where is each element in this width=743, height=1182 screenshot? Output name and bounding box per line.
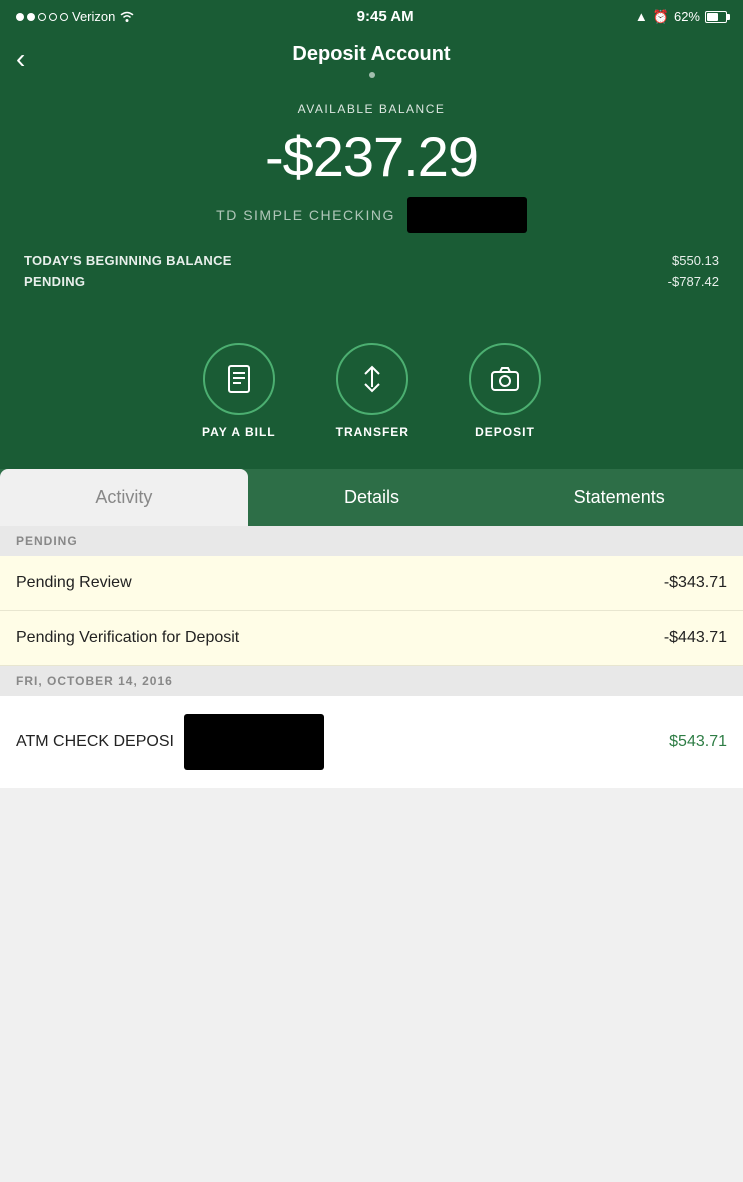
beginning-balance-label: TODAY'S BEGINNING BALANCE	[24, 253, 232, 268]
transfer-icon	[354, 361, 390, 397]
signal-dot-1	[16, 13, 24, 21]
transaction-name: Pending Verification for Deposit	[16, 629, 239, 647]
account-name-row: TD SIMPLE CHECKING	[24, 197, 719, 233]
transaction-amount: -$343.71	[664, 574, 727, 592]
deposit-button[interactable]: DEPOSIT	[469, 343, 541, 439]
status-right: ▲ ⏰ 62%	[635, 9, 727, 25]
transaction-row[interactable]: Pending Review -$343.71	[0, 556, 743, 611]
signal-dot-4	[49, 13, 57, 21]
status-bar: Verizon 9:45 AM ▲ ⏰ 62%	[0, 0, 743, 31]
battery-icon	[705, 11, 727, 23]
tab-activity[interactable]: Activity	[0, 469, 248, 526]
beginning-balance-row: TODAY'S BEGINNING BALANCE $550.13	[24, 253, 719, 268]
pending-balance-value: -$787.42	[668, 274, 719, 289]
atm-redacted	[184, 714, 324, 770]
deposit-icon-circle	[469, 343, 541, 415]
wifi-icon	[119, 9, 135, 25]
atm-transaction-row[interactable]: ATM CHECK DEPOSI $543.71	[0, 696, 743, 788]
camera-icon	[487, 361, 523, 397]
tabs-bar: Activity Details Statements	[0, 469, 743, 526]
transfer-label: TRANSFER	[336, 425, 409, 439]
page-header: ‹ Deposit Account	[0, 31, 743, 86]
balance-amount: -$237.29	[24, 124, 719, 189]
pending-balance-label: PENDING	[24, 274, 85, 289]
page-indicator-dot	[369, 72, 375, 78]
status-left: Verizon	[16, 9, 135, 25]
signal-dot-2	[27, 13, 35, 21]
beginning-balance-value: $550.13	[672, 253, 719, 268]
pay-a-bill-icon-circle	[203, 343, 275, 415]
signal-dot-3	[38, 13, 46, 21]
content-area: PENDING Pending Review -$343.71 Pending …	[0, 526, 743, 926]
signal-dot-5	[60, 13, 68, 21]
alarm-icon: ⏰	[653, 9, 669, 25]
pending-section-header: PENDING	[0, 526, 743, 556]
atm-left: ATM CHECK DEPOSI	[16, 714, 324, 770]
bill-icon	[221, 361, 257, 397]
signal-strength	[16, 13, 68, 21]
date-section-header: FRI, OCTOBER 14, 2016	[0, 666, 743, 696]
atm-amount: $543.71	[669, 733, 727, 751]
account-name: TD SIMPLE CHECKING	[216, 207, 395, 223]
tab-details[interactable]: Details	[248, 469, 496, 526]
actions-section: PAY A BILL TRANSFER DEPOSIT	[0, 323, 743, 469]
page-title: Deposit Account	[292, 43, 450, 65]
account-section: AVAILABLE BALANCE -$237.29 TD SIMPLE CHE…	[0, 86, 743, 323]
transaction-amount: -$443.71	[664, 629, 727, 647]
time-display: 9:45 AM	[357, 8, 414, 25]
carrier-label: Verizon	[72, 9, 115, 24]
transfer-button[interactable]: TRANSFER	[336, 343, 409, 439]
balance-details: TODAY'S BEGINNING BALANCE $550.13 PENDIN…	[24, 253, 719, 289]
tab-statements[interactable]: Statements	[495, 469, 743, 526]
transaction-name: Pending Review	[16, 574, 132, 592]
atm-label: ATM CHECK DEPOSI	[16, 733, 174, 751]
location-icon: ▲	[635, 9, 648, 24]
transaction-row[interactable]: Pending Verification for Deposit -$443.7…	[0, 611, 743, 666]
battery-label: 62%	[674, 9, 700, 24]
pay-a-bill-label: PAY A BILL	[202, 425, 276, 439]
available-balance-label: AVAILABLE BALANCE	[24, 102, 719, 116]
account-number-redacted	[407, 197, 527, 233]
back-button[interactable]: ‹	[16, 45, 25, 73]
pending-balance-row: PENDING -$787.42	[24, 274, 719, 289]
deposit-label: DEPOSIT	[475, 425, 535, 439]
transfer-icon-circle	[336, 343, 408, 415]
pay-a-bill-button[interactable]: PAY A BILL	[202, 343, 276, 439]
